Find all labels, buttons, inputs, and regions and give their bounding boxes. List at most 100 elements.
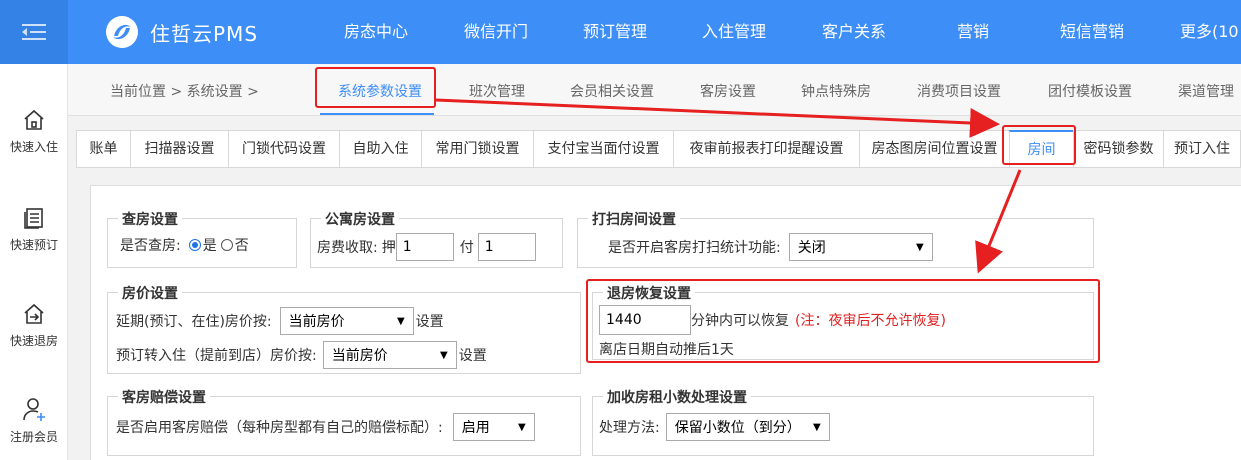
- pay-input[interactable]: [477, 233, 536, 261]
- house-icon: [24, 109, 44, 130]
- decimal-select-value: 保留小数位（到分）: [674, 420, 801, 436]
- highlight-restore-group: [586, 279, 1100, 363]
- convert-price-select[interactable]: 当前房价 ▼: [322, 341, 457, 369]
- group-title: 客房赔偿设置: [118, 387, 210, 407]
- checkroom-yes-radio[interactable]: [188, 239, 201, 251]
- pay-label: 付: [459, 240, 474, 256]
- price-row-convert: 预订转入住（提前到店）房价按: 当前房价 ▼ 设置: [116, 341, 487, 369]
- sidebar-item-quick-checkin[interactable]: 快速入住: [0, 108, 68, 155]
- subtab-scanner[interactable]: 扫描器设置: [130, 130, 228, 168]
- subtab-self-checkin[interactable]: 自助入住: [339, 130, 421, 168]
- highlight-system-params-tab: [315, 67, 436, 108]
- group-title: 打扫房间设置: [588, 209, 680, 229]
- sidebar-label: 注册会员: [9, 430, 58, 444]
- sidebar-item-quick-reserve[interactable]: 快速预订: [0, 206, 68, 253]
- tab-shift-management[interactable]: 班次管理: [469, 81, 525, 101]
- brand-logo[interactable]: 住哲云PMS: [104, 14, 258, 50]
- tab-room-settings[interactable]: 客房设置: [700, 81, 756, 101]
- compensation-row: 是否启用客房赔偿（每种房型都有自己的赔偿标配）: 启用 ▼: [116, 413, 535, 441]
- decimal-label: 处理方法:: [599, 420, 660, 436]
- nav-customer[interactable]: 客户关系: [822, 0, 886, 64]
- breadcrumb-tabs-bar: 当前位置 > 系统设置 > 系统参数设置 班次管理 会员相关设置 客房设置 钟点…: [68, 64, 1241, 116]
- menu-collapse-icon: [22, 24, 46, 40]
- convert-price-value: 当前房价: [331, 348, 388, 364]
- cleaning-label: 是否开启客房打扫统计功能:: [608, 240, 781, 256]
- subtab-night-audit-print[interactable]: 夜审前报表打印提醒设置: [673, 130, 859, 168]
- apartment-row: 房费收取: 押 付: [317, 233, 536, 261]
- compensation-select[interactable]: 启用 ▼: [452, 413, 535, 441]
- subtab-bill[interactable]: 账单: [76, 130, 130, 168]
- subtab-code-lock[interactable]: 密码锁参数: [1073, 130, 1163, 168]
- logo-icon: [106, 16, 138, 48]
- sidebar-label: 快速预订: [9, 238, 58, 252]
- subtab-alipay[interactable]: 支付宝当面付设置: [533, 130, 673, 168]
- subtab-reserve-checkin[interactable]: 预订入住: [1163, 130, 1241, 168]
- cleaning-group: 打扫房间设置 是否开启客房打扫统计功能: 关闭 ▼: [577, 209, 1094, 268]
- subtab-lock-code[interactable]: 门锁代码设置: [228, 130, 339, 168]
- checkroom-no-radio[interactable]: [220, 239, 233, 251]
- quick-sidebar: 快速入住 快速预订 快速退房 注册会员: [0, 64, 68, 460]
- decimal-group: 加收房租小数处理设置 处理方法: 保留小数位（到分） ▼: [592, 387, 1094, 456]
- apartment-label: 房费收取:: [317, 240, 378, 256]
- add-user-icon: [23, 398, 45, 421]
- subtab-room-map-position[interactable]: 房态图房间位置设置: [859, 130, 1009, 168]
- sidebar-item-register-member[interactable]: 注册会员: [0, 396, 68, 445]
- nav-sms[interactable]: 短信营销: [1060, 0, 1124, 64]
- deposit-input[interactable]: [395, 233, 454, 261]
- chevron-down-icon: ▼: [813, 421, 821, 433]
- nav-checkin[interactable]: 入住管理: [702, 0, 766, 64]
- extend-price-select[interactable]: 当前房价 ▼: [279, 307, 414, 335]
- chevron-down-icon: ▼: [518, 421, 526, 433]
- checkroom-no-label: 否: [234, 238, 249, 254]
- cleaning-select[interactable]: 关闭 ▼: [788, 233, 933, 261]
- chevron-down-icon: ▼: [396, 315, 405, 327]
- group-title: 房价设置: [118, 283, 182, 303]
- group-title: 公寓房设置: [321, 209, 399, 229]
- price-row-extend: 延期(预订、在住)房价按: 当前房价 ▼ 设置: [116, 307, 444, 335]
- tab-member-settings[interactable]: 会员相关设置: [570, 81, 654, 101]
- nav-room-status[interactable]: 房态中心: [344, 0, 408, 64]
- checkroom-group: 查房设置 是否查房: 是 否: [107, 209, 297, 268]
- group-title: 加收房租小数处理设置: [603, 387, 751, 407]
- exit-house-icon: [24, 303, 44, 324]
- cleaning-row: 是否开启客房打扫统计功能: 关闭 ▼: [608, 233, 933, 261]
- menu-toggle-button[interactable]: [0, 0, 68, 64]
- tab-channel-management[interactable]: 渠道管理: [1178, 81, 1234, 101]
- group-title: 查房设置: [118, 209, 182, 229]
- convert-price-suffix: 设置: [458, 348, 487, 364]
- nav-more[interactable]: 更多(10: [1180, 0, 1239, 64]
- cleaning-select-value: 关闭: [797, 240, 826, 256]
- extend-price-label: 延期(预订、在住)房价按:: [116, 314, 272, 330]
- extend-price-suffix: 设置: [415, 314, 444, 330]
- compensation-select-value: 启用: [461, 420, 490, 436]
- sidebar-label: 快速入住: [9, 140, 58, 154]
- brand-name: 住哲云PMS: [150, 21, 259, 46]
- apartment-group: 公寓房设置 房费收取: 押 付: [310, 209, 563, 268]
- nav-wechat-door[interactable]: 微信开门: [464, 0, 528, 64]
- chevron-down-icon: ▼: [440, 349, 448, 361]
- checkroom-yes-label: 是: [202, 238, 217, 254]
- checkroom-row: 是否查房: 是 否: [120, 235, 249, 255]
- compensation-group: 客房赔偿设置 是否启用客房赔偿（每种房型都有自己的赔偿标配）: 启用 ▼: [107, 387, 581, 456]
- decimal-select[interactable]: 保留小数位（到分） ▼: [665, 413, 830, 441]
- checkroom-label: 是否查房:: [120, 238, 181, 254]
- extend-price-value: 当前房价: [288, 314, 345, 330]
- sidebar-item-quick-checkout[interactable]: 快速退房: [0, 302, 68, 349]
- sidebar-label: 快速退房: [9, 334, 58, 348]
- chevron-down-icon: ▼: [916, 241, 924, 253]
- tab-hourly-rooms[interactable]: 钟点特殊房: [801, 81, 871, 101]
- compensation-label: 是否启用客房赔偿（每种房型都有自己的赔偿标配）:: [116, 420, 443, 436]
- document-list-icon: [24, 208, 43, 229]
- breadcrumb: 当前位置 > 系统设置 >: [110, 84, 259, 100]
- tab-group-pay-template[interactable]: 团付模板设置: [1048, 81, 1132, 101]
- convert-price-label: 预订转入住（提前到店）房价按:: [116, 348, 317, 364]
- highlight-room-subtab: [1002, 125, 1076, 165]
- nav-reservation[interactable]: 预订管理: [583, 0, 647, 64]
- active-tab-underline: [320, 113, 434, 115]
- price-group: 房价设置 延期(预订、在住)房价按: 当前房价 ▼ 设置 预订转入住（提前到店）…: [107, 283, 581, 374]
- subtab-common-lock[interactable]: 常用门锁设置: [421, 130, 533, 168]
- tab-consumption-items[interactable]: 消费项目设置: [917, 81, 1001, 101]
- deposit-label: 押: [381, 240, 396, 256]
- top-navbar: 住哲云PMS 房态中心 微信开门 预订管理 入住管理 客户关系 营销 短信营销 …: [0, 0, 1241, 64]
- nav-marketing[interactable]: 营销: [957, 0, 989, 64]
